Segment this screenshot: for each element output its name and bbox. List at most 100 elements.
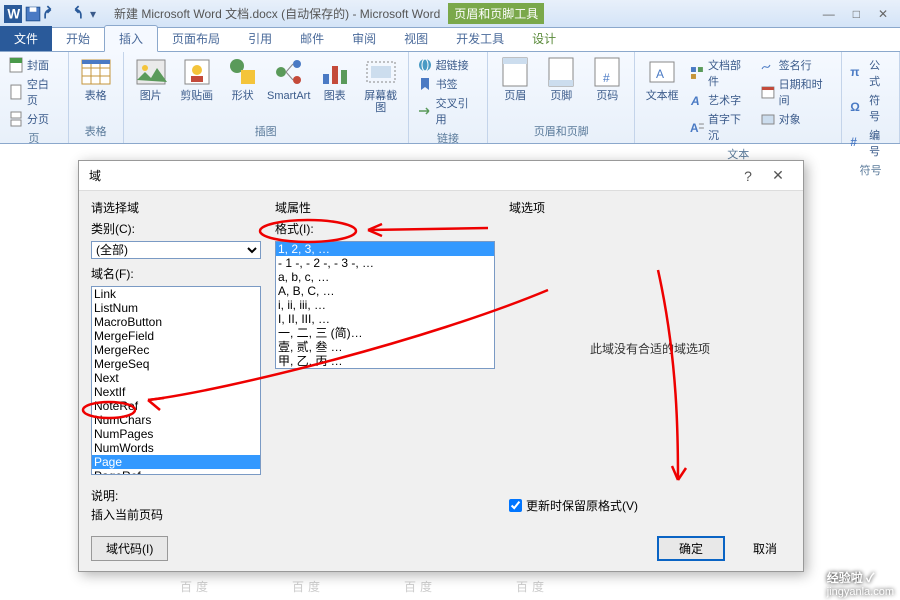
list-item[interactable]: Link [92, 287, 260, 301]
parts-button[interactable]: 文档部件 [687, 56, 754, 90]
list-item[interactable]: Page [92, 455, 260, 469]
object-button[interactable]: 对象 [758, 110, 836, 128]
tab-dev[interactable]: 开发工具 [442, 26, 518, 51]
blank-page-button[interactable]: 空白页 [6, 75, 62, 109]
list-item[interactable]: ListNum [92, 301, 260, 315]
group-links-label: 链接 [437, 128, 459, 148]
list-item[interactable]: NoteRef [92, 399, 260, 413]
list-item[interactable]: NumChars [92, 413, 260, 427]
dialog-close-button[interactable]: ✕ [763, 167, 793, 184]
list-item[interactable]: - 1 -, - 2 -, - 3 -, … [276, 256, 494, 270]
no-options-text: 此域没有合适的域选项 [509, 340, 791, 357]
datetime-button[interactable]: 日期和时间 [758, 75, 836, 109]
save-icon[interactable] [24, 5, 42, 23]
svg-text:A: A [690, 94, 700, 108]
header-button[interactable]: 页眉 [494, 56, 536, 102]
bookmark-button[interactable]: 书签 [415, 75, 482, 93]
preserve-format-checkbox[interactable]: 更新时保留原格式(V) [509, 497, 791, 514]
symbol-button[interactable]: Ω符号 [848, 91, 893, 125]
title-bar: W ▾ 新建 Microsoft Word 文档.docx (自动保存的) - … [0, 0, 900, 28]
options-label: 域选项 [509, 199, 791, 216]
svg-text:W: W [7, 6, 20, 21]
field-dialog: 域 ? ✕ 请选择域 类别(C): (全部) 域名(F): LinkListNu… [78, 160, 804, 572]
list-item[interactable]: MergeSeq [92, 357, 260, 371]
window-title: 新建 Microsoft Word 文档.docx (自动保存的) - Micr… [114, 5, 440, 22]
props-label: 域属性 [275, 199, 495, 216]
format-label: 格式(I): [275, 220, 495, 237]
group-illus-label: 插图 [255, 121, 277, 141]
list-item[interactable]: NumPages [92, 427, 260, 441]
tab-ref[interactable]: 引用 [234, 26, 286, 51]
shapes-button[interactable]: 形状 [222, 56, 264, 102]
list-item[interactable]: 壹, 贰, 叁 … [276, 340, 494, 354]
category-label: 类别(C): [91, 220, 261, 237]
tab-file[interactable]: 文件 [0, 26, 52, 51]
list-item[interactable]: PageRef [92, 469, 260, 475]
tab-home[interactable]: 开始 [52, 26, 104, 51]
svg-text:A: A [656, 67, 664, 81]
list-item[interactable]: NumWords [92, 441, 260, 455]
preserve-checkbox-input[interactable] [509, 499, 522, 512]
picture-button[interactable]: 图片 [130, 56, 172, 102]
list-item[interactable]: 1, 2, 3, … [276, 242, 494, 256]
tab-insert[interactable]: 插入 [104, 25, 158, 52]
tab-view[interactable]: 视图 [390, 26, 442, 51]
category-select[interactable]: (全部) [91, 241, 261, 259]
dialog-help-button[interactable]: ? [733, 168, 763, 184]
ribbon-body: 封面 空白页 分页 页 表格 表格 图片 剪贴画 形状 SmartArt 图表 … [0, 52, 900, 144]
format-listbox[interactable]: 1, 2, 3, …- 1 -, - 2 -, - 3 -, …a, b, c,… [275, 241, 495, 369]
crossref-button[interactable]: 交叉引用 [415, 94, 482, 128]
fieldname-listbox[interactable]: LinkListNumMacroButtonMergeFieldMergeRec… [91, 286, 261, 475]
pagenum-button[interactable]: #页码 [586, 56, 628, 102]
tab-review[interactable]: 审阅 [338, 26, 390, 51]
tab-layout[interactable]: 页面布局 [158, 26, 234, 51]
wordart-button[interactable]: A艺术字 [687, 91, 754, 109]
chevron-down-icon[interactable]: ▾ [84, 5, 102, 23]
dialog-title: 域 [89, 167, 733, 184]
list-item[interactable]: a, b, c, … [276, 270, 494, 284]
group-pages-label: 页 [28, 128, 39, 148]
list-item[interactable]: MergeRec [92, 343, 260, 357]
smartart-button[interactable]: SmartArt [268, 56, 310, 102]
maximize-button[interactable]: □ [853, 7, 860, 21]
list-item[interactable]: MergeField [92, 329, 260, 343]
desc-label: 说明: [91, 487, 261, 504]
minimize-button[interactable]: — [823, 7, 835, 21]
undo-icon[interactable] [44, 5, 62, 23]
field-codes-button[interactable]: 域代码(I) [91, 536, 168, 561]
page-break-button[interactable]: 分页 [6, 110, 62, 128]
equation-button[interactable]: π公式 [848, 56, 893, 90]
list-item[interactable]: 甲, 乙, 丙 … [276, 354, 494, 368]
group-tables-label: 表格 [85, 121, 107, 141]
ok-button[interactable]: 确定 [657, 536, 725, 561]
clipart-button[interactable]: 剪贴画 [176, 56, 218, 102]
signature-button[interactable]: 签名行 [758, 56, 836, 74]
word-icon: W [4, 5, 22, 23]
list-item[interactable]: A, B, C, … [276, 284, 494, 298]
cover-page-button[interactable]: 封面 [6, 56, 62, 74]
textbox-button[interactable]: A文本框 [641, 56, 683, 102]
dropcap-button[interactable]: A首字下沉 [687, 110, 754, 144]
redo-icon[interactable] [64, 5, 82, 23]
hyperlink-button[interactable]: 超链接 [415, 56, 482, 74]
site-watermark: 经验啦 ✓ jingyanla.com [827, 569, 894, 598]
screenshot-button[interactable]: 屏幕截图 [360, 56, 402, 114]
tab-design[interactable]: 设计 [518, 26, 570, 51]
number-button[interactable]: #编号 [848, 126, 893, 160]
select-field-label: 请选择域 [91, 199, 261, 216]
tab-mail[interactable]: 邮件 [286, 26, 338, 51]
footer-button[interactable]: 页脚 [540, 56, 582, 102]
list-item[interactable]: MacroButton [92, 315, 260, 329]
context-tab-group: 页眉和页脚工具 [448, 3, 544, 24]
cancel-button[interactable]: 取消 [739, 537, 791, 560]
table-button[interactable]: 表格 [75, 56, 117, 102]
list-item[interactable]: 子, 丑, 寅 … [276, 368, 494, 369]
list-item[interactable]: I, II, III, … [276, 312, 494, 326]
list-item[interactable]: i, ii, iii, … [276, 298, 494, 312]
close-button[interactable]: ✕ [878, 7, 888, 21]
group-hf-label: 页眉和页脚 [534, 121, 589, 141]
list-item[interactable]: Next [92, 371, 260, 385]
list-item[interactable]: 一, 二, 三 (简)… [276, 326, 494, 340]
chart-button[interactable]: 图表 [314, 56, 356, 102]
list-item[interactable]: NextIf [92, 385, 260, 399]
